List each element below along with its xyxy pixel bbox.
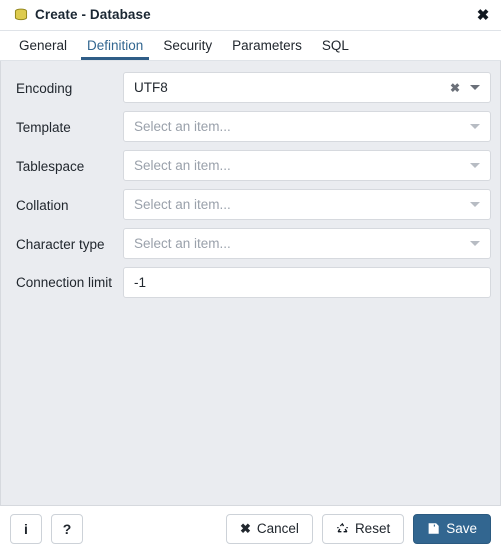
field-row-tablespace: Tablespace Select an item... [1, 150, 500, 181]
close-icon: ✖ [240, 521, 251, 536]
encoding-value: UTF8 [134, 80, 168, 95]
help-button[interactable]: ? [51, 513, 83, 544]
create-database-dialog: Create - Database ✖ General Definition S… [0, 0, 501, 551]
clear-icon[interactable]: ✖ [448, 81, 462, 95]
tab-label: Parameters [232, 37, 302, 53]
field-row-character-type: Character type Select an item... [1, 228, 500, 259]
connection-limit-control: -1 [123, 267, 491, 298]
connection-limit-input[interactable]: -1 [123, 267, 491, 298]
tab-label: Security [163, 37, 213, 53]
tablespace-control: Select an item... [123, 150, 491, 181]
chevron-down-icon[interactable] [469, 82, 481, 94]
save-label: Save [446, 520, 477, 536]
recycle-icon [336, 522, 349, 535]
tablespace-placeholder: Select an item... [134, 158, 231, 173]
connection-limit-label: Connection limit [16, 275, 113, 290]
reset-button[interactable]: Reset [321, 513, 405, 544]
template-placeholder: Select an item... [134, 119, 231, 134]
connection-limit-value: -1 [134, 275, 147, 290]
dialog-title: Create - Database [35, 7, 151, 23]
encoding-control: UTF8 ✖ [123, 72, 491, 103]
tab-definition[interactable]: Definition [77, 31, 153, 60]
field-row-collation: Collation Select an item... [1, 189, 500, 220]
tab-general[interactable]: General [9, 31, 77, 60]
field-row-encoding: Encoding UTF8 ✖ [1, 72, 500, 103]
chevron-down-icon[interactable] [469, 199, 481, 211]
save-button[interactable]: Save [413, 513, 491, 544]
field-row-connection-limit: Connection limit -1 [1, 267, 500, 298]
tab-sql[interactable]: SQL [312, 31, 359, 60]
template-control: Select an item... [123, 111, 491, 142]
tab-parameters[interactable]: Parameters [222, 31, 312, 60]
cancel-button[interactable]: ✖ Cancel [226, 513, 313, 544]
dialog-footer: i ? ✖ Cancel Reset Save [0, 505, 501, 551]
tab-label: SQL [321, 37, 349, 53]
close-icon[interactable]: ✖ [474, 6, 492, 24]
question-mark-icon: ? [62, 520, 72, 537]
definition-form: Encoding UTF8 ✖ Template Select an item.… [0, 61, 501, 505]
footer-left-group: i ? [10, 513, 83, 544]
character-type-placeholder: Select an item... [134, 236, 231, 251]
tablespace-select[interactable]: Select an item... [123, 150, 491, 181]
collation-label: Collation [16, 198, 69, 213]
encoding-select[interactable]: UTF8 ✖ [123, 72, 491, 103]
encoding-label: Encoding [16, 81, 73, 96]
database-icon [13, 7, 29, 23]
chevron-down-icon[interactable] [469, 160, 481, 172]
info-icon: i [24, 520, 28, 537]
field-row-template: Template Select an item... [1, 111, 500, 142]
chevron-down-icon[interactable] [469, 238, 481, 250]
floppy-disk-icon [427, 522, 440, 535]
tablespace-label: Tablespace [16, 159, 85, 174]
tab-label: General [19, 37, 68, 53]
chevron-down-icon[interactable] [469, 121, 481, 133]
character-type-control: Select an item... [123, 228, 491, 259]
template-label: Template [16, 120, 71, 135]
footer-right-group: ✖ Cancel Reset Save [226, 513, 491, 544]
dialog-tabbar: General Definition Security Parameters S… [0, 31, 501, 61]
collation-select[interactable]: Select an item... [123, 189, 491, 220]
template-select[interactable]: Select an item... [123, 111, 491, 142]
info-button[interactable]: i [10, 513, 42, 544]
reset-label: Reset [354, 520, 391, 536]
character-type-label: Character type [16, 237, 105, 252]
dialog-titlebar: Create - Database ✖ [0, 0, 501, 31]
character-type-select[interactable]: Select an item... [123, 228, 491, 259]
cancel-label: Cancel [256, 520, 299, 536]
tab-label: Definition [87, 37, 144, 53]
collation-placeholder: Select an item... [134, 197, 231, 212]
tab-security[interactable]: Security [153, 31, 222, 60]
collation-control: Select an item... [123, 189, 491, 220]
